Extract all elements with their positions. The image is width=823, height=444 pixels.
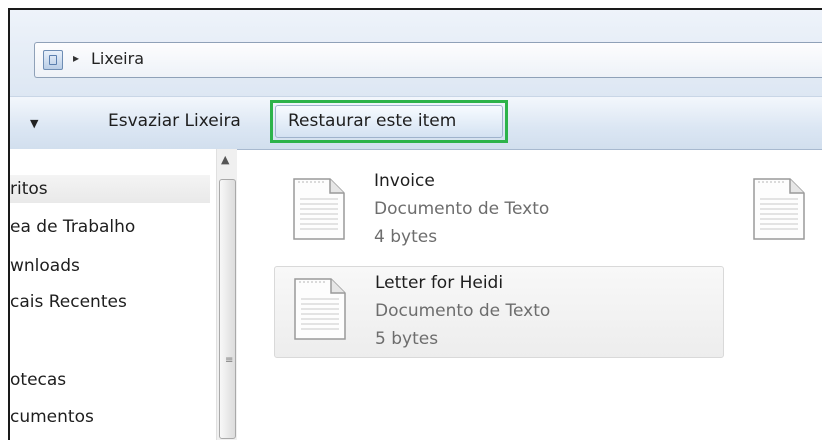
- nav-item-documents[interactable]: cumentos: [10, 407, 94, 427]
- nav-item-libraries[interactable]: otecas: [10, 370, 66, 390]
- text-document-icon: [294, 278, 346, 340]
- nav-item-downloads[interactable]: wnloads: [10, 256, 80, 276]
- file-size: 4 bytes: [374, 227, 438, 247]
- nav-item-recent-places[interactable]: cais Recentes: [10, 292, 127, 312]
- scroll-thumb[interactable]: ≡: [219, 179, 236, 439]
- scroll-grip-icon: ≡: [225, 355, 234, 366]
- file-type: Documento de Texto: [375, 301, 551, 321]
- nav-item-favorites[interactable]: ritos: [10, 175, 210, 203]
- file-name: Letter for Heidi: [375, 273, 504, 293]
- breadcrumb-location[interactable]: Lixeira: [91, 49, 144, 68]
- file-size: 5 bytes: [375, 329, 439, 349]
- explorer-window: ▸ Lixeira ▼ Esvaziar Lixeira Restaurar e…: [8, 8, 822, 440]
- text-document-icon[interactable]: [752, 177, 806, 241]
- nav-item-desktop[interactable]: ea de Trabalho: [10, 217, 135, 237]
- command-bar: ▼ Esvaziar Lixeira Restaurar este item: [10, 96, 822, 150]
- address-bar[interactable]: ▸ Lixeira: [34, 42, 822, 78]
- breadcrumb-arrow-icon[interactable]: ▸: [73, 51, 79, 65]
- restore-button-highlight: [270, 100, 508, 143]
- file-item[interactable]: Letter for Heidi Documento de Texto 5 by…: [274, 266, 724, 358]
- address-strip: ▸ Lixeira: [10, 10, 822, 96]
- navigation-pane: ritos ea de Trabalho wnloads cais Recent…: [10, 149, 237, 440]
- text-document-icon: [293, 178, 345, 240]
- file-type: Documento de Texto: [374, 199, 550, 219]
- file-name: Invoice: [374, 171, 435, 191]
- recycle-bin-icon: [43, 50, 63, 70]
- empty-recycle-bin-button[interactable]: Esvaziar Lixeira: [108, 111, 241, 131]
- organize-dropdown-icon[interactable]: ▼: [30, 117, 38, 130]
- nav-scrollbar[interactable]: ▲ ≡: [216, 149, 237, 440]
- file-item[interactable]: Invoice Documento de Texto 4 bytes: [274, 165, 722, 255]
- scroll-up-icon[interactable]: ▲: [221, 153, 229, 166]
